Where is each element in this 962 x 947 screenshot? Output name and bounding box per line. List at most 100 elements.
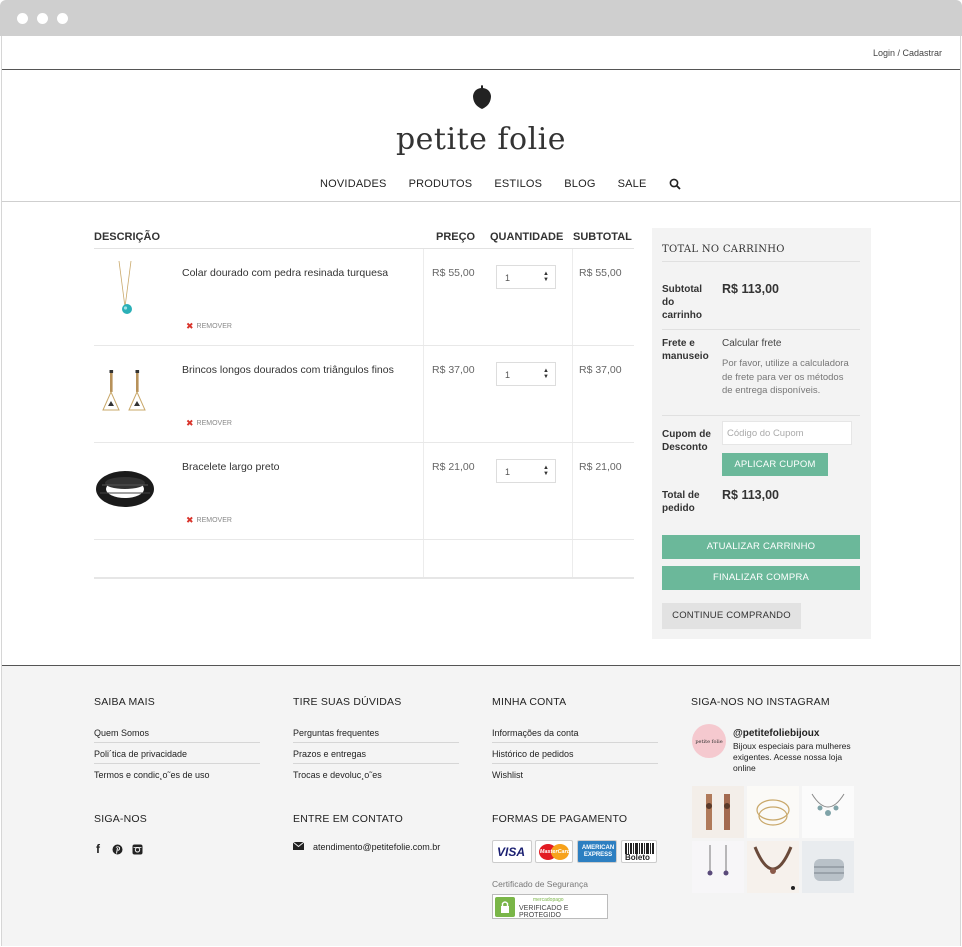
product-price: R$ 55,00 bbox=[432, 267, 475, 279]
nav-novidades[interactable]: NOVIDADES bbox=[320, 178, 387, 190]
window-dot[interactable] bbox=[57, 13, 68, 24]
quantity-stepper[interactable]: 1 ▲ ▼ bbox=[496, 459, 556, 483]
instagram-avatar[interactable]: petite folie bbox=[692, 724, 726, 758]
amex-label: AMERICAN EXPRESS bbox=[581, 845, 615, 858]
col-subtotal: SUBTOTAL bbox=[573, 231, 632, 243]
footer-duvidas-title: TIRE SUAS DÚVIDAS bbox=[293, 696, 402, 708]
totals-divider bbox=[662, 415, 860, 416]
stepper-arrows-icon[interactable]: ▲ ▼ bbox=[543, 271, 549, 283]
cart-row: Colar dourado com pedra resinada turques… bbox=[94, 249, 634, 346]
instagram-post[interactable] bbox=[692, 841, 744, 893]
remove-x-icon: ✖ bbox=[186, 515, 194, 525]
update-cart-button[interactable]: ATUALIZAR CARRINHO bbox=[662, 535, 860, 559]
footer-conta-title: MINHA CONTA bbox=[492, 696, 567, 708]
footer-link[interactable]: Wishlist bbox=[492, 770, 523, 780]
apply-coupon-button[interactable]: APLICAR CUPOM bbox=[722, 453, 828, 476]
security-badge[interactable]: mercadopago VERIFICADO E PROTEGIDO bbox=[492, 894, 608, 919]
footer-link[interactable]: Quem Somos bbox=[94, 728, 149, 738]
contact-email-link[interactable]: atendimento@petitefolie.com.br bbox=[313, 842, 440, 852]
coupon-label: Cupom de Desconto bbox=[662, 429, 711, 453]
continue-shopping-button[interactable]: CONTINUE COMPRANDO bbox=[662, 603, 801, 629]
quantity-value: 1 bbox=[505, 467, 511, 477]
product-subtotal: R$ 55,00 bbox=[579, 267, 622, 279]
lock-icon bbox=[495, 897, 515, 917]
acorn-logo-icon[interactable] bbox=[471, 84, 493, 110]
envelope-icon bbox=[293, 842, 304, 850]
shipping-note: Por favor, utilize a calculadora de fret… bbox=[722, 358, 849, 396]
boleto-icon: Boleto bbox=[621, 840, 657, 863]
nav-produtos[interactable]: PRODUTOS bbox=[409, 178, 473, 190]
nav-estilos[interactable]: ESTILOS bbox=[494, 178, 542, 190]
footer-link[interactable]: Perguntas frequentes bbox=[293, 728, 379, 738]
totals-title: TOTAL NO CARRINHO bbox=[662, 244, 785, 255]
remove-x-icon: ✖ bbox=[186, 321, 194, 331]
product-subtotal: R$ 37,00 bbox=[579, 364, 622, 376]
footer-link-divider bbox=[293, 742, 459, 743]
subtotal-value: R$ 113,00 bbox=[722, 282, 779, 296]
footer-link[interactable]: Histórico de pedidos bbox=[492, 749, 574, 759]
amex-icon: AMERICAN EXPRESS bbox=[577, 840, 617, 863]
remove-button[interactable]: ✖ REMOVER bbox=[186, 321, 232, 332]
instagram-handle[interactable]: @petitefoliebijoux bbox=[733, 728, 819, 739]
brand-name[interactable]: petite folie bbox=[2, 122, 960, 157]
avatar-text: petite folie bbox=[695, 739, 723, 745]
subtotal-label: Subtotal do carrinho bbox=[662, 284, 703, 321]
stepper-arrows-icon[interactable]: ▲ ▼ bbox=[543, 465, 549, 477]
cert-badge-text: VERIFICADO E PROTEGIDO bbox=[519, 905, 569, 919]
main-nav: NOVIDADES PRODUTOS ESTILOS BLOG SALE bbox=[320, 177, 681, 191]
product-image[interactable] bbox=[94, 354, 156, 430]
footer-link[interactable]: Poli´tica de privacidade bbox=[94, 749, 187, 759]
footer-link[interactable]: Prazos e entregas bbox=[293, 749, 366, 759]
checkout-button[interactable]: FINALIZAR COMPRA bbox=[662, 566, 860, 590]
product-name[interactable]: Brincos longos dourados com triângulos f… bbox=[182, 364, 394, 376]
shipping-label: Frete e manuseio bbox=[662, 338, 709, 362]
instagram-post[interactable] bbox=[747, 786, 799, 838]
login-link[interactable]: Login / Cadastrar bbox=[873, 48, 942, 58]
remove-button[interactable]: ✖ REMOVER bbox=[186, 515, 232, 526]
nav-blog[interactable]: BLOG bbox=[564, 178, 595, 190]
page: Login / Cadastrar petite folie NOVIDADES… bbox=[1, 36, 961, 946]
browser-chrome bbox=[0, 0, 962, 36]
facebook-icon[interactable]: f bbox=[96, 842, 100, 856]
quantity-stepper[interactable]: 1 ▲ ▼ bbox=[496, 362, 556, 386]
window-dot[interactable] bbox=[17, 13, 28, 24]
nav-sale[interactable]: SALE bbox=[618, 178, 647, 190]
col-price: PREÇO bbox=[436, 231, 476, 243]
footer-instagram-title: SIGA-NOS NO INSTAGRAM bbox=[691, 696, 830, 708]
instagram-post[interactable] bbox=[692, 786, 744, 838]
product-name[interactable]: Bracelete largo preto bbox=[182, 461, 279, 473]
visa-icon: VISA bbox=[492, 840, 532, 863]
mastercard-label: MasterCard bbox=[539, 849, 571, 855]
remove-label: REMOVER bbox=[196, 517, 232, 524]
stepper-arrows-icon[interactable]: ▲ ▼ bbox=[543, 368, 549, 380]
product-name[interactable]: Colar dourado com pedra resinada turques… bbox=[182, 267, 388, 279]
instagram-icon[interactable] bbox=[132, 844, 143, 855]
remove-button[interactable]: ✖ REMOVER bbox=[186, 418, 232, 429]
order-total-value: R$ 113,00 bbox=[722, 488, 779, 502]
footer-link[interactable]: Termos e condic¸o˜es de uso bbox=[94, 770, 210, 780]
pinterest-icon[interactable] bbox=[112, 844, 123, 855]
visa-label: VISA bbox=[497, 845, 526, 859]
instagram-post[interactable] bbox=[802, 841, 854, 893]
footer-link-divider bbox=[94, 742, 260, 743]
footer-link[interactable]: Informações da conta bbox=[492, 728, 579, 738]
quantity-value: 1 bbox=[505, 370, 511, 380]
product-price: R$ 21,00 bbox=[432, 461, 475, 473]
product-image[interactable] bbox=[94, 257, 156, 333]
search-icon[interactable] bbox=[669, 178, 681, 190]
coupon-input[interactable]: Código do Cupom bbox=[722, 421, 852, 445]
cart-row: Brincos longos dourados com triângulos f… bbox=[94, 346, 634, 443]
instagram-post[interactable] bbox=[802, 786, 854, 838]
footer-pagamento-title: FORMAS DE PAGAMENTO bbox=[492, 813, 628, 825]
footer-siga-title: SIGA-NOS bbox=[94, 813, 147, 825]
remove-x-icon: ✖ bbox=[186, 418, 194, 428]
product-image[interactable] bbox=[94, 451, 156, 527]
order-total-label: Total de pedido bbox=[662, 490, 700, 514]
instagram-post[interactable] bbox=[747, 841, 799, 893]
footer-link-divider bbox=[492, 763, 658, 764]
calculate-shipping-link[interactable]: Calcular frete bbox=[722, 338, 781, 349]
quantity-stepper[interactable]: 1 ▲ ▼ bbox=[496, 265, 556, 289]
window-dot[interactable] bbox=[37, 13, 48, 24]
footer-link[interactable]: Trocas e devoluc¸o˜es bbox=[293, 770, 382, 780]
top-bar: Login / Cadastrar bbox=[2, 36, 960, 70]
